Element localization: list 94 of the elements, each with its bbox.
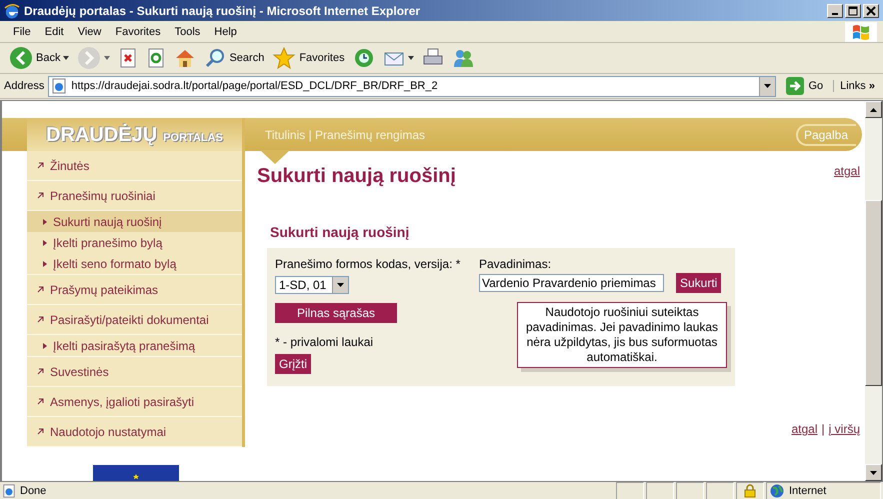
arrow-icon xyxy=(37,316,44,323)
status-pane xyxy=(706,482,734,499)
sidebar-subitem[interactable]: Įkelti pranešimo bylą xyxy=(27,232,242,253)
menu-item[interactable]: Favorites xyxy=(108,26,168,38)
create-button[interactable]: Sukurti xyxy=(676,273,722,293)
caret-icon xyxy=(63,56,70,60)
minimize-icon xyxy=(832,12,838,14)
sidebar-item[interactable]: Suvestinės xyxy=(27,357,242,387)
close-icon xyxy=(866,6,876,16)
sidebar-item[interactable]: Naudotojo nustatymai xyxy=(27,417,242,447)
arrow-icon xyxy=(37,162,44,169)
caret-icon xyxy=(764,84,772,88)
triangle-icon xyxy=(43,260,47,266)
status-pane xyxy=(646,482,674,499)
flag-icon xyxy=(845,22,877,42)
refresh-icon xyxy=(146,48,166,68)
code-label: Pranešimo formos kodas, versija: * xyxy=(275,257,460,271)
back-button[interactable]: Back xyxy=(6,45,72,71)
address-field[interactable]: https://draudejai.sodra.lt/portal/page/portal/ESD_DCL/DRF_BR/DRF_BR_2 xyxy=(48,76,776,96)
status-text: Done xyxy=(20,485,46,497)
sidebar-item[interactable]: Prašymų pateikimas xyxy=(27,275,242,305)
arrow-icon xyxy=(37,428,44,435)
status-pane xyxy=(616,482,644,499)
form-code-select[interactable]: 1-SD, 01 xyxy=(275,276,349,294)
menu-item[interactable]: File xyxy=(6,26,38,38)
link-separator: | xyxy=(822,422,825,436)
to-top-link[interactable]: į viršų xyxy=(828,422,860,436)
maximize-button[interactable] xyxy=(845,4,861,18)
dropdown-button[interactable] xyxy=(332,277,348,293)
close-button[interactable] xyxy=(863,4,879,18)
people-icon xyxy=(452,47,474,69)
caret-up-icon xyxy=(870,108,877,112)
menu-item[interactable]: View xyxy=(70,26,108,38)
arrow-icon xyxy=(37,368,44,375)
name-input[interactable]: Vardenio Pravardenio priemimas xyxy=(479,274,664,292)
caret-icon xyxy=(337,283,344,287)
scroll-down-button[interactable] xyxy=(865,464,882,481)
back-link[interactable]: atgal xyxy=(834,164,860,178)
lock-icon xyxy=(744,484,756,498)
arrow-left-icon xyxy=(9,46,33,70)
caret-icon xyxy=(104,56,110,60)
clock-icon xyxy=(352,47,375,69)
triangle-icon xyxy=(43,342,47,348)
arrow-icon xyxy=(37,286,44,293)
scroll-up-button[interactable] xyxy=(865,101,882,118)
full-list-button[interactable]: Pilnas sąrašas xyxy=(275,303,397,323)
arrow-right-icon xyxy=(77,46,102,70)
arrow-icon xyxy=(37,398,44,405)
star-icon xyxy=(272,47,296,69)
minimize-button[interactable] xyxy=(827,4,843,18)
browser-icon xyxy=(4,2,20,18)
address-label: Address xyxy=(4,80,44,92)
menu-item[interactable]: Edit xyxy=(38,26,71,38)
name-label: Pavadinimas: xyxy=(479,257,552,271)
scroll-thumb[interactable] xyxy=(865,200,882,386)
page-icon xyxy=(2,484,16,498)
stop-icon xyxy=(118,48,138,68)
sidebar-subitem[interactable]: Įkelti seno formato bylą xyxy=(27,253,242,274)
caret-icon xyxy=(870,470,877,474)
favorites-button[interactable]: Favorites xyxy=(269,46,348,70)
globe-icon xyxy=(770,484,784,498)
form-title: Sukurti naują ruošinį xyxy=(270,223,410,242)
back-link[interactable]: atgal xyxy=(792,422,818,436)
sidebar-item[interactable]: Žinutės xyxy=(27,151,242,181)
arrow-icon xyxy=(37,192,44,199)
eu-flag-icon xyxy=(93,465,179,481)
sidebar-item[interactable]: Asmenys, įgalioti pasirašyti xyxy=(27,387,242,417)
links-button[interactable]: Links » xyxy=(833,80,879,92)
search-button[interactable]: Search xyxy=(201,46,268,70)
arrow-right-icon xyxy=(786,77,804,95)
page-heading: Sukurti naują ruošinį xyxy=(257,164,456,188)
scrollbar[interactable] xyxy=(865,101,882,481)
menu-item[interactable]: Tools xyxy=(168,26,208,38)
dropdown-button[interactable] xyxy=(759,76,776,96)
sidebar-item[interactable]: Pasirašyti/pateikti dokumentai xyxy=(27,305,242,335)
header-band xyxy=(2,118,27,151)
back-button[interactable]: Grįžti xyxy=(275,354,311,374)
required-note: * - privalomi laukai xyxy=(275,335,374,349)
sidebar-subitem[interactable]: Sukurti naują ruošinį xyxy=(27,211,242,232)
page-icon xyxy=(51,78,68,94)
triangle-icon xyxy=(43,240,47,246)
menu-item[interactable]: Help xyxy=(207,26,244,38)
window-title: Draudėjų portalas - Sukurti naują ruošinį - Microsoft Internet Explorer xyxy=(24,4,422,18)
maximize-icon xyxy=(848,6,858,16)
status-pane xyxy=(676,482,704,499)
sidebar-subitem[interactable]: Įkelti pasirašytą pranešimą xyxy=(27,335,242,356)
search-icon xyxy=(204,47,226,69)
zone-text: Internet xyxy=(789,485,826,497)
portal-logo: DRAUDĖJŲ PORTALAS xyxy=(27,118,242,151)
triangle-icon xyxy=(43,218,47,224)
home-icon xyxy=(174,47,196,69)
caret-icon xyxy=(408,56,414,60)
go-button[interactable]: Go xyxy=(780,77,830,95)
band-pointer xyxy=(260,150,290,164)
